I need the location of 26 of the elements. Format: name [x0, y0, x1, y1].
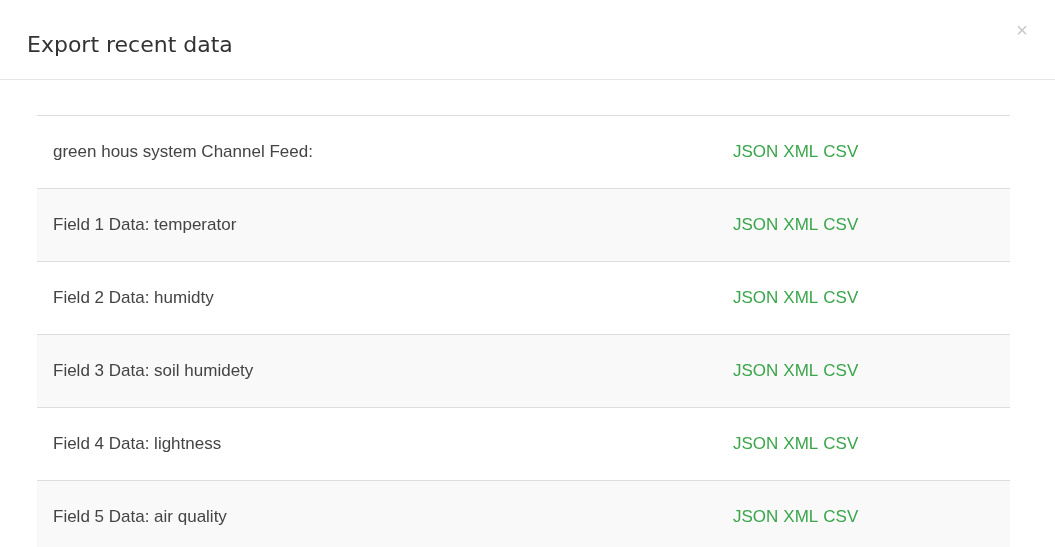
row-label: Field 3 Data: soil humidety [52, 361, 255, 381]
download-link[interactable]: CSV [823, 142, 859, 162]
download-link[interactable]: JSON [733, 434, 779, 454]
download-link[interactable]: XML [783, 507, 819, 527]
row-label: Field 2 Data: humidty [52, 288, 215, 308]
row-label: green hous system Channel Feed: [52, 142, 314, 162]
download-link[interactable]: JSON [733, 215, 779, 235]
row-label: Field 5 Data: air quality [52, 507, 228, 527]
download-link[interactable]: XML [783, 434, 819, 454]
row-label: Field 4 Data: lightness [52, 434, 223, 454]
download-link[interactable]: XML [783, 142, 819, 162]
download-link[interactable]: XML [783, 288, 819, 308]
download-link[interactable]: CSV [823, 215, 859, 235]
download-link[interactable]: CSV [823, 434, 859, 454]
download-link[interactable]: JSON [733, 142, 779, 162]
download-link[interactable]: JSON [733, 507, 779, 527]
download-link[interactable]: XML [783, 215, 819, 235]
download-link[interactable]: XML [783, 361, 819, 381]
dialog-title: Export recent data [27, 31, 233, 57]
close-button[interactable]: × [1016, 19, 1028, 42]
download-link[interactable]: CSV [823, 507, 859, 527]
download-link[interactable]: JSON [733, 361, 779, 381]
download-link[interactable]: JSON [733, 288, 779, 308]
download-link[interactable]: CSV [823, 288, 859, 308]
row-label: Field 1 Data: temperator [52, 215, 238, 235]
download-link[interactable]: CSV [823, 361, 859, 381]
